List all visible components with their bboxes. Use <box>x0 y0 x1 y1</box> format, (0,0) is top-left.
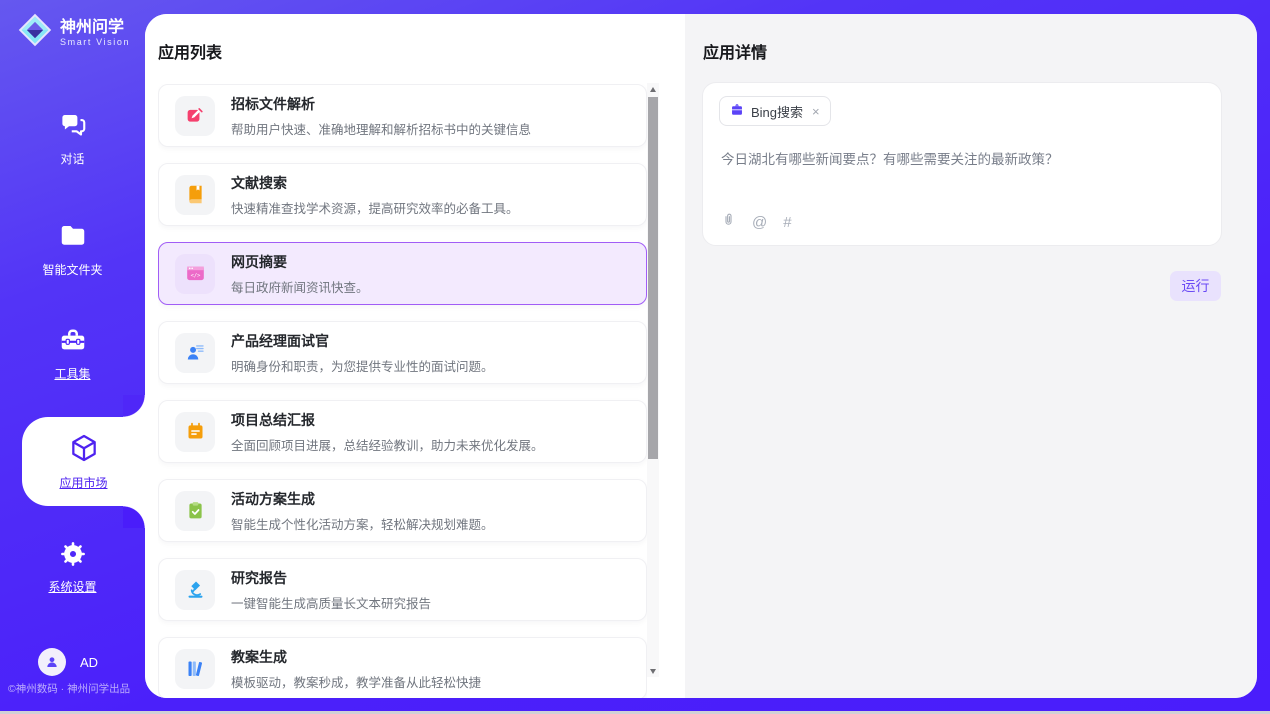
app-window: { "brand": { "name": "神州问学", "subtitle":… <box>0 0 1270 714</box>
app-desc: 一键智能生成高质量长文本研究报告 <box>231 593 431 612</box>
app-desc: 模板驱动，教案秒成，教学准备从此轻松快捷 <box>231 672 481 691</box>
literature-book-icon <box>175 175 215 215</box>
app-list: 招标文件解析 帮助用户快速、准确地理解和解析招标书中的关键信息 文献搜索 快速精… <box>158 84 647 698</box>
sidebar-item-smart-folder[interactable]: 智能文件夹 <box>0 221 145 278</box>
app-name: 网页摘要 <box>231 252 369 272</box>
tool-tag-bing-search[interactable]: Bing搜索 × <box>719 96 831 126</box>
brand-logo: 神州问学 Smart Vision <box>17 12 130 53</box>
sidebar-item-label: 对话 <box>60 150 84 167</box>
web-summary-icon: </> <box>175 254 215 294</box>
app-card-research-report[interactable]: 研究报告 一键智能生成高质量长文本研究报告 <box>158 558 647 621</box>
svg-text:</>: </> <box>190 273 201 279</box>
input-toolbar: @ # <box>721 211 792 233</box>
app-card-literature-search[interactable]: 文献搜索 快速精准查找学术资源，提高研究效率的必备工具。 <box>158 163 647 226</box>
scrollbar-thumb[interactable] <box>648 97 658 459</box>
prompt-card: Bing搜索 × 今日湖北有哪些新闻要点？有哪些需要关注的最新政策？ @ # <box>702 82 1222 246</box>
app-card-project-summary[interactable]: 项目总结汇报 全面回顾项目进展，总结经验教训，助力未来优化发展。 <box>158 400 647 463</box>
close-icon[interactable]: × <box>812 104 820 119</box>
app-card-pm-interviewer[interactable]: 产品经理面试官 明确身份和职责，为您提供专业性的面试问题。 <box>158 321 647 384</box>
sidebar-item-settings[interactable]: 系统设置 <box>0 540 145 595</box>
interviewer-icon <box>175 333 215 373</box>
run-button[interactable]: 运行 <box>1170 271 1221 301</box>
brand-subtitle: Smart Vision <box>60 37 130 47</box>
sidebar: 神州问学 Smart Vision 对话 智能文件夹 <box>0 0 145 714</box>
app-name: 招标文件解析 <box>231 94 531 114</box>
gem-logo-icon <box>17 12 53 53</box>
app-details-title: 应用详情 <box>703 39 767 63</box>
chat-icon <box>58 110 88 143</box>
briefcase-icon <box>730 103 744 120</box>
app-details-panel: 应用详情 Bing搜索 × 今日湖北有哪些新闻要点？有哪些需要关注的最新政策？ <box>685 14 1257 698</box>
app-list-panel: 应用列表 招标文件解析 帮助用户快速、准确地理解和解析招标书中的关键信息 <box>145 14 685 698</box>
gear-icon <box>59 540 87 571</box>
sidebar-item-toolset[interactable]: 工具集 <box>0 325 145 382</box>
lesson-plan-icon <box>175 649 215 689</box>
mention-icon[interactable]: @ <box>752 214 767 231</box>
app-name: 产品经理面试官 <box>231 331 494 351</box>
cube-icon <box>68 432 100 469</box>
app-name: 教案生成 <box>231 647 481 667</box>
app-desc: 每日政府新闻资讯快查。 <box>231 277 369 296</box>
scroll-down-arrow[interactable] <box>647 665 659 677</box>
project-report-icon <box>175 412 215 452</box>
scroll-up-arrow[interactable] <box>647 83 659 95</box>
sidebar-item-label: 工具集 <box>54 365 90 382</box>
main-panel: 应用列表 招标文件解析 帮助用户快速、准确地理解和解析招标书中的关键信息 <box>145 14 1257 698</box>
topic-hash-icon[interactable]: # <box>783 214 791 231</box>
user-name: AD <box>80 655 98 670</box>
app-desc: 快速精准查找学术资源，提高研究效率的必备工具。 <box>231 198 519 217</box>
activity-plan-icon <box>175 491 215 531</box>
copyright-footer: ©神州数码 · 神州问学出品 <box>8 681 130 696</box>
app-name: 项目总结汇报 <box>231 410 544 430</box>
app-name: 文献搜索 <box>231 173 519 193</box>
toolbox-icon <box>58 325 88 358</box>
sidebar-item-label: 系统设置 <box>48 578 96 595</box>
brand-name: 神州问学 <box>60 18 130 37</box>
sidebar-item-label: 智能文件夹 <box>42 261 102 278</box>
app-card-web-summary[interactable]: </> 网页摘要 每日政府新闻资讯快查。 <box>158 242 647 305</box>
app-card-lesson-plan[interactable]: 教案生成 模板驱动，教案秒成，教学准备从此轻松快捷 <box>158 637 647 698</box>
sidebar-item-label: 应用市场 <box>59 474 107 491</box>
app-list-scrollbar[interactable] <box>647 83 659 677</box>
app-desc: 明确身份和职责，为您提供专业性的面试问题。 <box>231 356 494 375</box>
query-text[interactable]: 今日湖北有哪些新闻要点？有哪些需要关注的最新政策？ <box>721 150 1201 170</box>
app-list-title: 应用列表 <box>158 39 222 63</box>
folder-icon <box>58 221 88 254</box>
tool-tag-label: Bing搜索 <box>751 102 803 121</box>
paperclip-icon[interactable] <box>721 211 736 233</box>
user-account[interactable]: AD <box>38 648 98 676</box>
app-card-activity-plan[interactable]: 活动方案生成 智能生成个性化活动方案，轻松解决规划难题。 <box>158 479 647 542</box>
app-desc: 智能生成个性化活动方案，轻松解决规划难题。 <box>231 514 494 533</box>
app-name: 活动方案生成 <box>231 489 494 509</box>
bid-doc-edit-icon <box>175 96 215 136</box>
app-desc: 帮助用户快速、准确地理解和解析招标书中的关键信息 <box>231 119 531 138</box>
app-card-bid-doc[interactable]: 招标文件解析 帮助用户快速、准确地理解和解析招标书中的关键信息 <box>158 84 647 147</box>
sidebar-item-app-market[interactable]: 应用市场 <box>22 417 145 506</box>
app-name: 研究报告 <box>231 568 431 588</box>
app-desc: 全面回顾项目进展，总结经验教训，助力未来优化发展。 <box>231 435 544 454</box>
research-report-icon <box>175 570 215 610</box>
sidebar-item-chat[interactable]: 对话 <box>0 110 145 167</box>
avatar <box>38 648 66 676</box>
